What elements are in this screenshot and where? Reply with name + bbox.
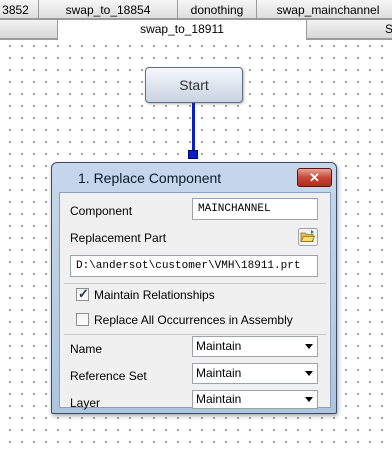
tab-bar-top: 3852 swap_to_18854 donothing swap_mainch… xyxy=(0,0,392,20)
folder-open-icon[interactable] xyxy=(298,228,318,246)
tab-bar-bottom: swap_to_18911 S xyxy=(0,19,392,40)
separator xyxy=(64,283,326,284)
name-label: Name xyxy=(70,342,103,356)
start-node[interactable]: Start xyxy=(145,67,243,103)
separator xyxy=(64,334,326,335)
tab-s[interactable]: S xyxy=(306,19,392,39)
flow-connector xyxy=(192,103,195,153)
reference-set-select-value: Maintain xyxy=(196,366,242,380)
connector-port[interactable] xyxy=(188,150,198,159)
maintain-relationships-label: Maintain Relationships xyxy=(94,288,215,302)
tab-3852[interactable]: 3852 xyxy=(0,0,39,19)
tab-swap-to-18854[interactable]: swap_to_18854 xyxy=(38,0,178,19)
dialog-body: Component MAINCHANNEL Replacement Part D… xyxy=(59,192,331,410)
chevron-down-icon xyxy=(305,397,313,402)
replace-all-occurrences-checkbox[interactable] xyxy=(76,313,89,326)
reference-set-label: Reference Set xyxy=(70,369,147,383)
reference-set-select[interactable]: Maintain xyxy=(192,363,318,384)
tab-donothing[interactable]: donothing xyxy=(177,0,257,19)
component-label: Component xyxy=(70,204,133,218)
close-icon[interactable]: ✕ xyxy=(297,168,332,187)
replacement-part-label: Replacement Part xyxy=(70,231,167,245)
tab-blank[interactable] xyxy=(0,19,58,39)
replacement-path-field[interactable]: D:\andersot\customer\VMH\18911.prt xyxy=(70,255,318,277)
layer-select[interactable]: Maintain xyxy=(192,390,318,409)
name-select[interactable]: Maintain xyxy=(192,336,318,357)
replace-component-dialog: 1. Replace Component ✕ Component MAINCHA… xyxy=(51,162,337,414)
component-field[interactable]: MAINCHANNEL xyxy=(192,198,318,220)
tab-swap-mainchannel[interactable]: swap_mainchannel xyxy=(256,0,392,19)
name-select-value: Maintain xyxy=(196,339,242,353)
replace-all-occurrences-label: Replace All Occurrences in Assembly xyxy=(94,313,293,327)
layer-label: Layer xyxy=(70,396,101,410)
layer-select-value: Maintain xyxy=(196,392,242,406)
chevron-down-icon xyxy=(305,371,313,376)
tab-swap-to-18911[interactable]: swap_to_18911 xyxy=(57,19,307,40)
chevron-down-icon xyxy=(305,344,313,349)
check-icon: ✓ xyxy=(78,286,89,301)
maintain-relationships-checkbox[interactable]: ✓ xyxy=(76,286,89,301)
dialog-title: 1. Replace Component xyxy=(78,170,222,186)
